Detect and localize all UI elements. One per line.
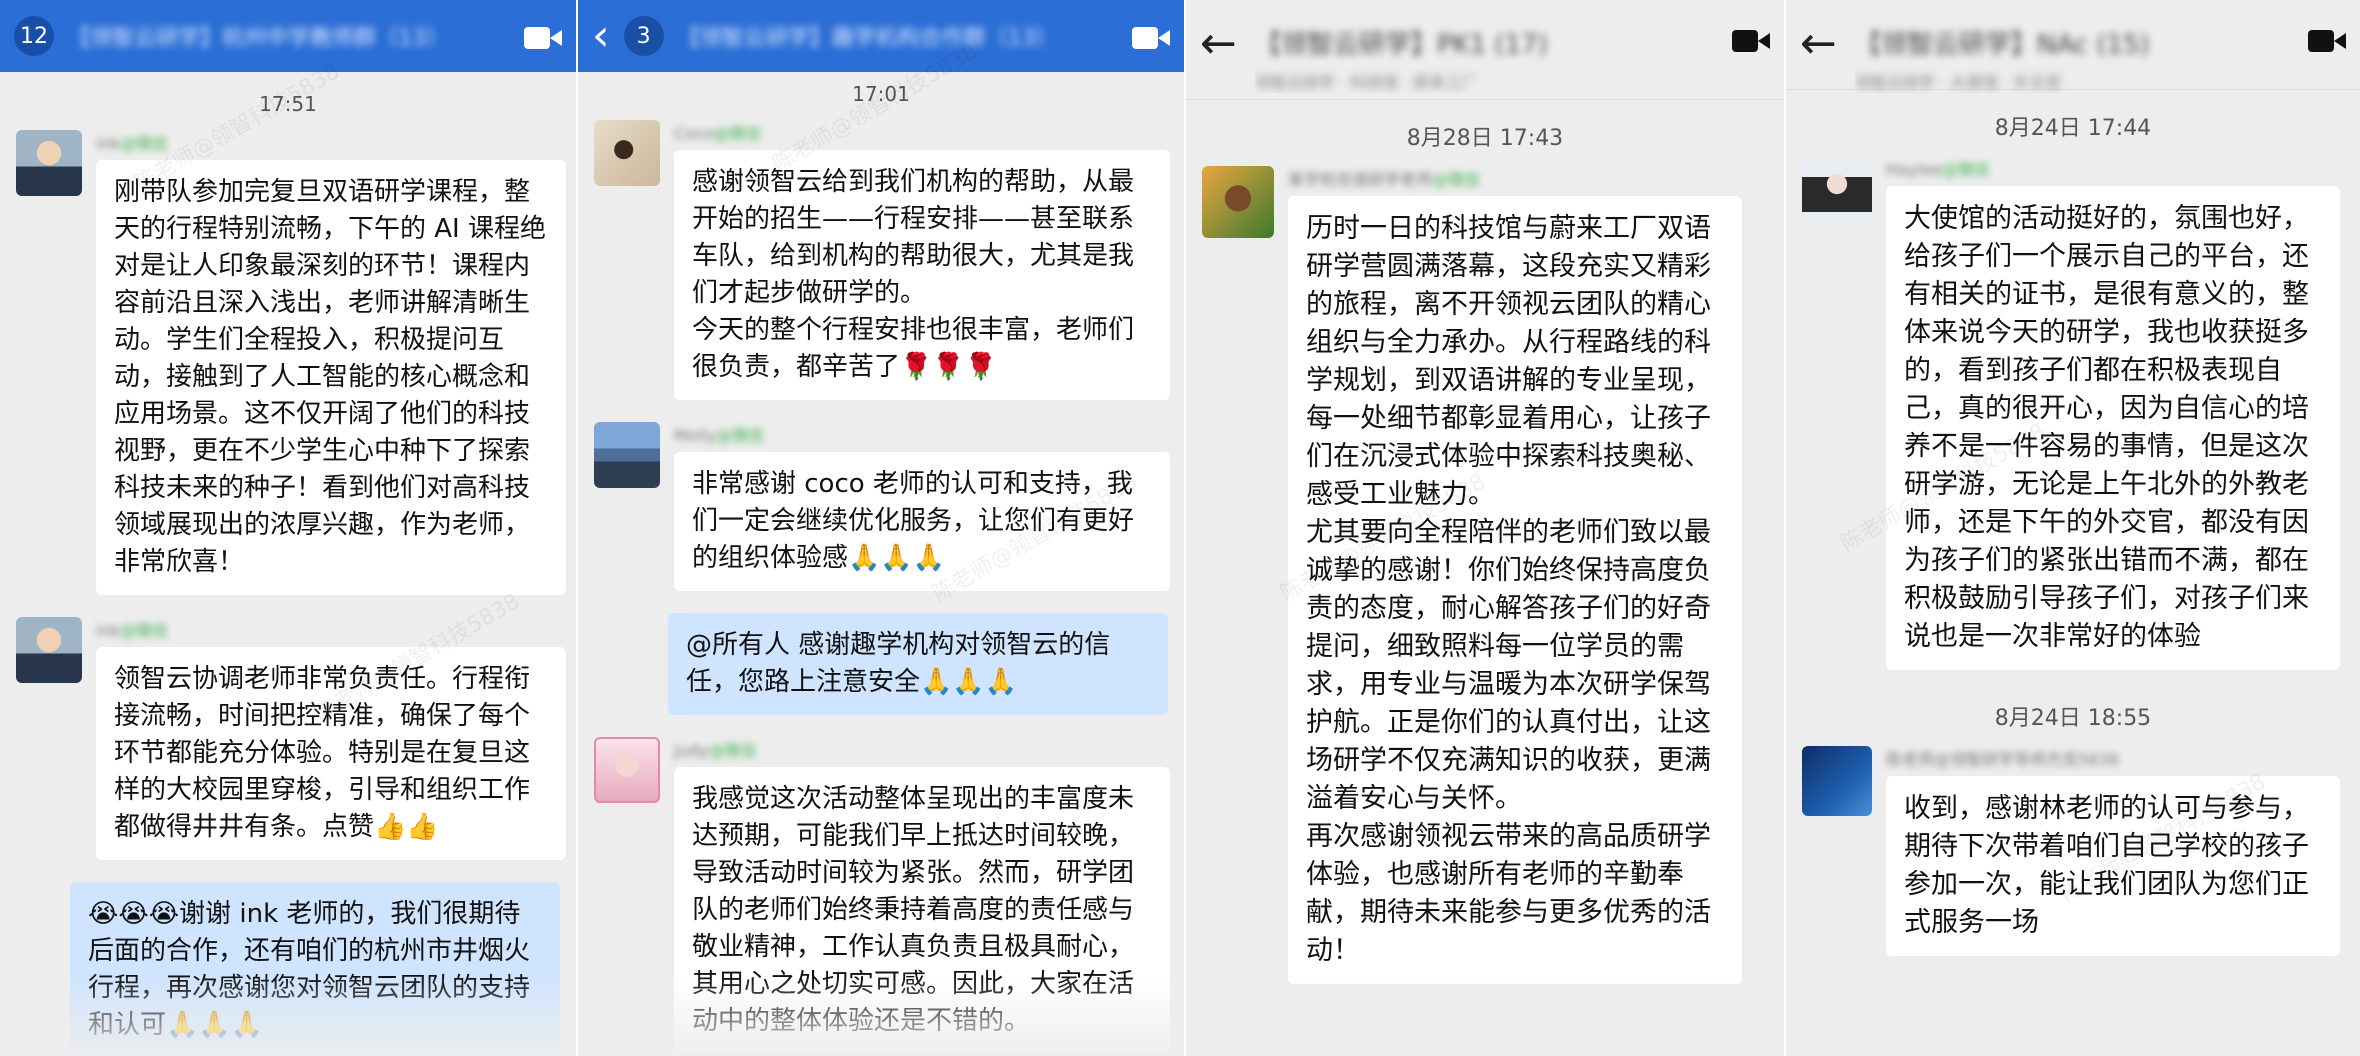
message: ink@微信 领智云协调老师非常负责任。行程衔接流畅，时间把控精准，确保了每个环… (16, 617, 566, 860)
chat-subtitle: 领智云研学 · 科技馆 · 蔚来工厂 (1254, 73, 1478, 92)
back-chevron-icon[interactable]: ‹ (592, 14, 610, 58)
message: Haylee@微信 大使馆的活动挺好的，氛围也好，给孩子们一个展示自己的平台，还… (1802, 156, 2344, 670)
chat-panel-4: ← 【领智云研学】NAc (15) 领智云研学 · 大使馆 · 外交官 8月24… (1784, 0, 2360, 1056)
avatar[interactable] (1802, 156, 1872, 226)
video-call-icon[interactable] (2308, 28, 2346, 54)
message: Coco@微信 感谢领智云给到我们机构的帮助，从最开始的招生——行程安排——甚至… (594, 120, 1170, 400)
message-bubble[interactable]: 刚带队参加完复旦双语研学课程，整天的行程特别流畅，下午的 AI 课程绝对是让人印… (96, 160, 566, 595)
back-arrow-icon[interactable]: ← (1200, 22, 1237, 66)
message-bubble[interactable]: 😭😭😭谢谢 ink 老师的，我们很期待后面的合作，还有咱们的杭州市井烟火行程，再… (70, 882, 560, 1056)
chat-title: 【领智云研学】PK1 (17) (1254, 30, 1548, 60)
timestamp: 17:51 (259, 92, 317, 116)
message-list: 17:01 Coco@微信 感谢领智云给到我们机构的帮助，从最开始的招生——行程… (578, 82, 1184, 1054)
unread-count-badge[interactable]: 12 (14, 16, 54, 56)
chat-header: ‹ 3 【领智云研学】趣学机构合作群（13） (578, 0, 1184, 72)
message-list: 8月28日 17:43 某学校双语研学老师@微信 历时一日的科技馆与蔚来工厂双语… (1186, 120, 1784, 984)
video-call-icon[interactable] (1732, 28, 1770, 54)
video-call-icon[interactable] (1132, 25, 1170, 51)
sender-name: Haylee@微信 (1886, 160, 1990, 179)
sender-name: ink@微信 (96, 621, 168, 640)
message: ink@微信 刚带队参加完复旦双语研学课程，整天的行程特别流畅，下午的 AI 课… (16, 130, 566, 595)
chat-title: 【领智云研学】NAc (15) (1854, 30, 2150, 60)
message: 陈老师@领智研学导师杰克5838 收到，感谢林老师的认可与参与，期待下次带着咱们… (1802, 746, 2344, 956)
sender-name: Coco@微信 (674, 124, 762, 143)
message-outgoing: 😭😭😭谢谢 ink 老师的，我们很期待后面的合作，还有咱们的杭州市井烟火行程，再… (16, 882, 560, 1056)
screenshot-collage: 12 【领智云研学】杭州中学教师群（13） 17:51 ink@微信 刚带队参加… (0, 0, 2360, 1056)
chat-panel-2: ‹ 3 【领智云研学】趣学机构合作群（13） 17:01 Coco@微信 感谢领… (576, 0, 1184, 1056)
timestamp: 8月24日 18:55 (1994, 706, 2152, 731)
chat-title: 【领智云研学】杭州中学教师群（13） (68, 26, 448, 51)
message: Judy@微信 我感觉这次活动整体呈现出的丰富度未达预期，可能我们早上抵达时间较… (594, 737, 1170, 1054)
message-bubble[interactable]: 感谢领智云给到我们机构的帮助，从最开始的招生——行程安排——甚至联系车队，给到机… (674, 150, 1170, 400)
avatar[interactable] (1802, 746, 1872, 816)
message-bubble[interactable]: 我感觉这次活动整体呈现出的丰富度未达预期，可能我们早上抵达时间较晚，导致活动时间… (674, 767, 1170, 1054)
timestamp: 17:01 (852, 82, 910, 106)
avatar[interactable] (1202, 166, 1274, 238)
chat-title: 【领智云研学】趣学机构合作群（13） (677, 26, 1058, 51)
message-outgoing: @所有人 感谢趣学机构对领智云的信任，您路上注意安全🙏🙏🙏 (594, 613, 1168, 715)
avatar[interactable] (594, 737, 660, 803)
message-list: 17:51 ink@微信 刚带队参加完复旦双语研学课程，整天的行程特别流畅，下午… (0, 92, 576, 1056)
chat-header: ← 【领智云研学】PK1 (17) 领智云研学 · 科技馆 · 蔚来工厂 (1186, 0, 1784, 100)
avatar[interactable] (16, 617, 82, 683)
sender-name: 陈老师@领智研学导师杰克5838 (1886, 750, 2119, 769)
timestamp: 8月24日 17:44 (1994, 116, 2152, 141)
unread-count-badge[interactable]: 3 (623, 16, 664, 56)
message-bubble[interactable]: 非常感谢 coco 老师的认可和支持，我们一定会继续优化服务，让您们有更好的组织… (674, 452, 1170, 591)
message: Molly@微信 非常感谢 coco 老师的认可和支持，我们一定会继续优化服务，… (594, 422, 1170, 591)
chat-header: 12 【领智云研学】杭州中学教师群（13） (0, 0, 576, 72)
message-bubble[interactable]: @所有人 感谢趣学机构对领智云的信任，您路上注意安全🙏🙏🙏 (668, 613, 1168, 715)
sender-name: 某学校双语研学老师@微信 (1288, 170, 1481, 189)
video-call-icon[interactable] (524, 25, 562, 51)
avatar[interactable] (594, 422, 660, 488)
chat-panel-1: 12 【领智云研学】杭州中学教师群（13） 17:51 ink@微信 刚带队参加… (0, 0, 576, 1056)
message-bubble[interactable]: 收到，感谢林老师的认可与参与，期待下次带着咱们自己学校的孩子参加一次，能让我们团… (1886, 776, 2340, 956)
chat-header: ← 【领智云研学】NAc (15) 领智云研学 · 大使馆 · 外交官 (1786, 0, 2360, 92)
avatar[interactable] (16, 130, 82, 196)
chat-subtitle: 领智云研学 · 大使馆 · 外交官 (1854, 73, 2062, 92)
message: 某学校双语研学老师@微信 历时一日的科技馆与蔚来工厂双语研学营圆满落幕，这段充实… (1202, 166, 1768, 984)
message-list: 8月24日 17:44 Haylee@微信 大使馆的活动挺好的，氛围也好，给孩子… (1786, 110, 2360, 956)
back-arrow-icon[interactable]: ← (1800, 22, 1837, 66)
timestamp: 8月28日 17:43 (1406, 126, 1564, 151)
message-bubble[interactable]: 大使馆的活动挺好的，氛围也好，给孩子们一个展示自己的平台，还有相关的证书，是很有… (1886, 186, 2340, 670)
sender-name: Molly@微信 (674, 426, 764, 445)
sender-name: ink@微信 (96, 134, 168, 153)
message-bubble[interactable]: 领智云协调老师非常负责任。行程衔接流畅，时间把控精准，确保了每个环节都能充分体验… (96, 647, 566, 860)
chat-panel-3: ← 【领智云研学】PK1 (17) 领智云研学 · 科技馆 · 蔚来工厂 8月2… (1184, 0, 1784, 1056)
sender-name: Judy@微信 (674, 741, 757, 760)
message-bubble[interactable]: 历时一日的科技馆与蔚来工厂双语研学营圆满落幕，这段充实又精彩的旅程，离不开领视云… (1288, 196, 1742, 984)
avatar[interactable] (594, 120, 660, 186)
